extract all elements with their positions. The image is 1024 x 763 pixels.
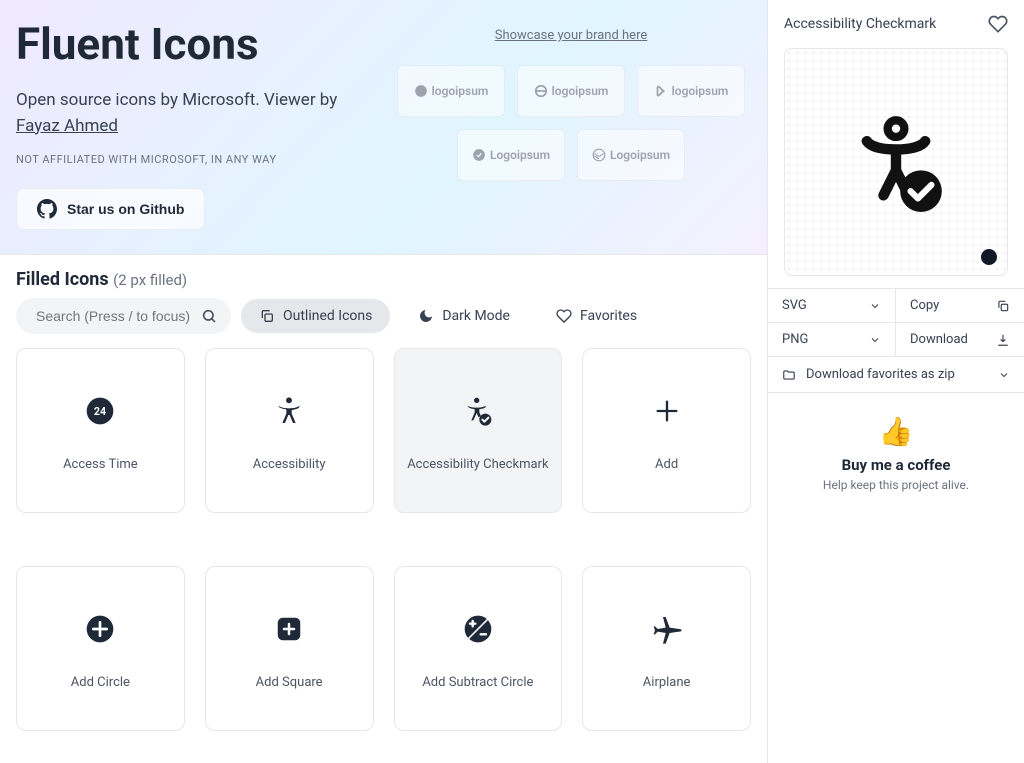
icon-tile-label: Accessibility bbox=[253, 457, 326, 486]
icon-tile-label: Add Square bbox=[256, 675, 323, 704]
add-square-icon bbox=[273, 613, 305, 645]
icon-preview bbox=[784, 48, 1008, 276]
donate-section[interactable]: 👍 Buy me a coffee Help keep this project… bbox=[768, 393, 1024, 514]
icon-tile-add-circle[interactable]: Add Circle bbox=[16, 566, 185, 731]
selected-icon-name: Accessibility Checkmark bbox=[784, 16, 936, 32]
affiliation-note: NOT AFFILIATED WITH MICROSOFT, IN ANY WA… bbox=[16, 153, 381, 166]
accessibility-checkmark-icon bbox=[462, 395, 494, 427]
icon-tile-accessibility[interactable]: Accessibility bbox=[205, 348, 374, 513]
accessibility-icon bbox=[273, 395, 305, 427]
outlined-icons-toggle[interactable]: Outlined Icons bbox=[241, 299, 390, 333]
icon-tile-label: Add Subtract Circle bbox=[422, 675, 533, 704]
color-picker-button[interactable] bbox=[981, 249, 997, 265]
search-icon bbox=[201, 308, 217, 324]
donate-subtitle: Help keep this project alive. bbox=[784, 478, 1008, 492]
donate-title: Buy me a coffee bbox=[784, 456, 1008, 474]
icon-grid: 24 Access Time Accessibility Accessibility … bbox=[0, 348, 767, 763]
sponsor-grid: logoipsum logoipsum logoipsum Logoipsum … bbox=[391, 65, 751, 181]
chevron-down-icon bbox=[869, 334, 881, 346]
copy-button[interactable]: Copy bbox=[896, 289, 1024, 322]
chevron-down-icon bbox=[998, 369, 1010, 381]
format-select-png[interactable]: PNG bbox=[768, 323, 896, 356]
page-subtitle: Open source icons by Microsoft. Viewer b… bbox=[16, 88, 346, 139]
folder-icon bbox=[782, 368, 796, 382]
icon-tile-add-subtract-circle[interactable]: Add Subtract Circle bbox=[394, 566, 563, 731]
download-zip-button[interactable]: Download favorites as zip bbox=[768, 356, 1024, 393]
add-icon bbox=[651, 395, 683, 427]
icon-tile-add-square[interactable]: Add Square bbox=[205, 566, 374, 731]
icon-tile-airplane[interactable]: Airplane bbox=[582, 566, 751, 731]
copy-icon bbox=[996, 299, 1010, 313]
svg-text:24: 24 bbox=[94, 405, 106, 418]
thumbs-up-icon: 👍 bbox=[784, 415, 1008, 448]
download-icon bbox=[996, 333, 1010, 347]
airplane-icon bbox=[651, 613, 683, 645]
github-icon bbox=[37, 199, 57, 219]
icon-tile-label: Accessibility Checkmark bbox=[407, 457, 548, 486]
showcase-link[interactable]: Showcase your brand here bbox=[391, 28, 751, 43]
sponsor-logo[interactable]: Logoipsum bbox=[457, 129, 565, 181]
icon-tile-label: Airplane bbox=[643, 675, 691, 704]
format-select-svg[interactable]: SVG bbox=[768, 289, 896, 322]
icon-tile-accessibility-checkmark[interactable]: Accessibility Checkmark bbox=[394, 348, 563, 513]
search-input[interactable] bbox=[16, 298, 231, 334]
copy-icon bbox=[259, 308, 275, 324]
moon-icon bbox=[418, 308, 434, 324]
access-time-icon: 24 bbox=[84, 395, 116, 427]
add-subtract-circle-icon bbox=[462, 613, 494, 645]
add-circle-icon bbox=[84, 613, 116, 645]
github-star-label: Star us on Github bbox=[67, 201, 184, 217]
sponsor-logo[interactable]: logoipsum bbox=[397, 65, 505, 117]
icon-tile-label: Access Time bbox=[63, 457, 138, 486]
hero-banner: Fluent Icons Open source icons by Micros… bbox=[0, 0, 767, 254]
sponsor-logo[interactable]: logoipsum bbox=[637, 65, 745, 117]
heart-icon bbox=[556, 308, 572, 324]
sidebar: Accessibility Checkmark SVG Copy PNG Dow… bbox=[767, 0, 1024, 763]
author-link[interactable]: Fayaz Ahmed bbox=[16, 116, 118, 136]
favorite-button[interactable] bbox=[988, 14, 1008, 34]
sponsor-logo[interactable]: logoipsum bbox=[517, 65, 625, 117]
page-title: Fluent Icons bbox=[16, 18, 381, 70]
favorites-toggle[interactable]: Favorites bbox=[538, 299, 655, 333]
icon-tile-label: Add Circle bbox=[71, 675, 130, 704]
toolbar: Outlined Icons Dark Mode Favorites bbox=[0, 298, 767, 348]
github-star-button[interactable]: Star us on Github bbox=[16, 188, 205, 230]
section-heading: Filled Icons (2 px filled) bbox=[0, 254, 767, 298]
accessibility-checkmark-icon bbox=[846, 112, 946, 212]
icon-tile-add[interactable]: Add bbox=[582, 348, 751, 513]
sponsor-logo[interactable]: Logoipsum bbox=[577, 129, 685, 181]
icon-tile-label: Add bbox=[655, 457, 678, 486]
chevron-down-icon bbox=[869, 300, 881, 312]
icon-tile-access-time[interactable]: 24 Access Time bbox=[16, 348, 185, 513]
dark-mode-toggle[interactable]: Dark Mode bbox=[400, 299, 528, 333]
download-button[interactable]: Download bbox=[896, 323, 1024, 356]
